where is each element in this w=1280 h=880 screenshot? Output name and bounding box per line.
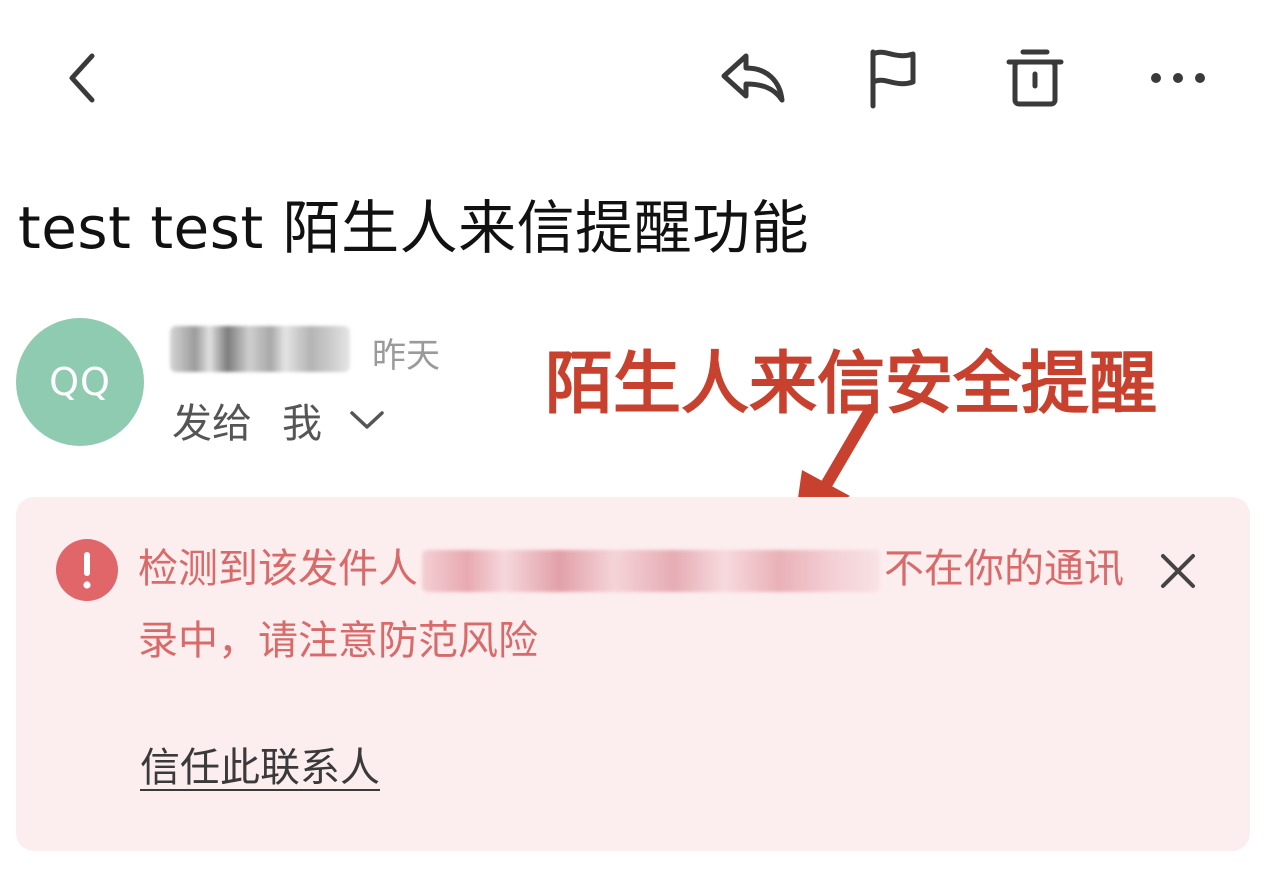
trash-icon xyxy=(1006,49,1064,107)
delete-button[interactable] xyxy=(990,33,1080,123)
more-button[interactable] xyxy=(1133,33,1223,123)
flag-button[interactable] xyxy=(848,33,938,123)
reply-icon xyxy=(721,53,785,103)
sender-email-redacted xyxy=(422,550,880,592)
chevron-down-icon xyxy=(350,411,384,429)
email-subject: test test 陌生人来信提醒功能 xyxy=(18,194,810,262)
close-icon xyxy=(1161,554,1195,588)
reply-button[interactable] xyxy=(707,33,797,123)
chevron-left-icon xyxy=(69,53,95,103)
top-toolbar xyxy=(0,0,1280,150)
warning-message: 检测到该发件人 不在你的通讯录中，请注意防范风险 xyxy=(138,533,1138,677)
trust-contact-link[interactable]: 信任此联系人 xyxy=(140,735,380,793)
flag-icon xyxy=(870,49,916,109)
recipient-name: 我 xyxy=(282,401,322,447)
avatar-text: QQ xyxy=(49,360,111,404)
stranger-warning-banner: 检测到该发件人 不在你的通讯录中，请注意防范风险 信任此联系人 xyxy=(16,497,1250,851)
recipient-prefix: 发给 xyxy=(172,401,252,447)
more-icon xyxy=(1151,73,1205,83)
recipient-details-toggle[interactable]: 发给 我 xyxy=(172,392,386,448)
back-button[interactable] xyxy=(37,33,127,123)
sender-name-redacted[interactable] xyxy=(170,326,350,372)
email-detail-screen: test test 陌生人来信提醒功能 QQ 昨天 发给 我 陌生人来信安全提醒… xyxy=(0,0,1280,880)
warning-text-before: 检测到该发件人 xyxy=(138,546,418,592)
email-time: 昨天 xyxy=(372,336,440,376)
exclamation-icon xyxy=(56,539,118,601)
sender-avatar[interactable]: QQ xyxy=(16,318,144,446)
close-warning-button[interactable] xyxy=(1148,541,1208,601)
